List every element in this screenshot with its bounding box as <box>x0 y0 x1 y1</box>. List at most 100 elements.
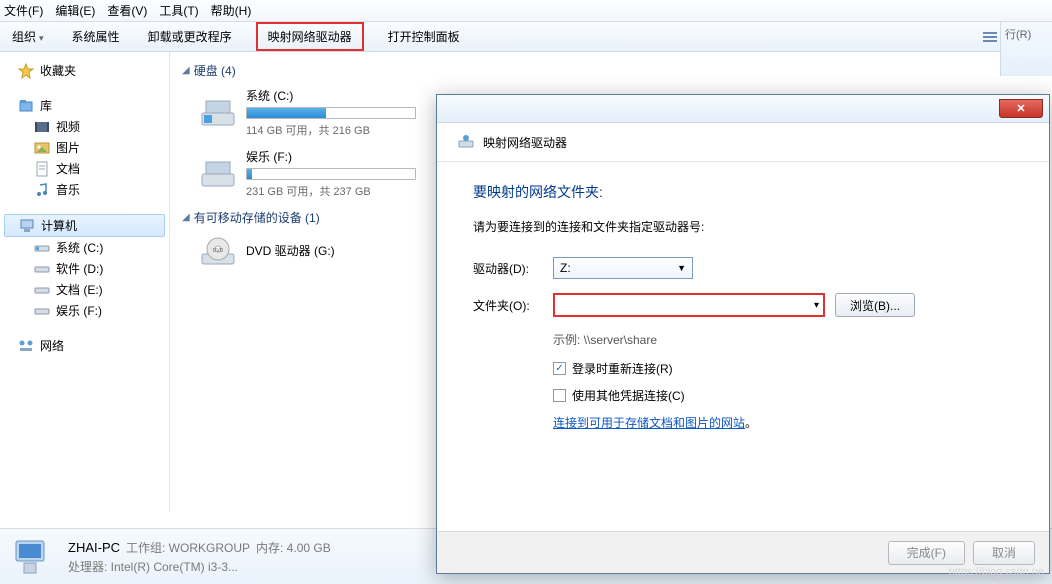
sidebar-drive-c[interactable]: 系统 (C:) <box>0 237 169 258</box>
music-icon <box>34 182 50 198</box>
removable-section-label: 有可移动存储的设备 (1) <box>194 209 320 226</box>
dialog-header-title: 映射网络驱动器 <box>483 134 567 151</box>
sidebar-pictures[interactable]: 图片 <box>0 137 169 158</box>
sidebar-favorites-label: 收藏夹 <box>40 62 76 79</box>
drive-icon <box>34 282 50 298</box>
sidebar-drive-e[interactable]: 文档 (E:) <box>0 279 169 300</box>
sidebar-drive-e-label: 文档 (E:) <box>56 281 103 298</box>
menu-help[interactable]: 帮助(H) <box>211 2 252 19</box>
pictures-icon <box>34 140 50 156</box>
reconnect-label: 登录时重新连接(R) <box>572 360 673 377</box>
sidebar-drive-d-label: 软件 (D:) <box>56 260 103 277</box>
toolbar-organize[interactable]: 组织 <box>8 26 48 47</box>
status-cpu: 处理器: Intel(R) Core(TM) i3-3... <box>68 558 331 575</box>
folder-label: 文件夹(O): <box>473 297 553 314</box>
sidebar-documents[interactable]: 文档 <box>0 158 169 179</box>
drive-letter-label: 驱动器(D): <box>473 260 553 277</box>
sidebar-computer[interactable]: 计算机 <box>4 214 165 237</box>
network-icon <box>18 338 34 354</box>
sidebar-documents-label: 文档 <box>56 160 80 177</box>
drive-letter-value: Z: <box>560 261 571 275</box>
drive-letter-select[interactable]: Z: ▼ <box>553 257 693 279</box>
sidebar-drive-f[interactable]: 娱乐 (F:) <box>0 300 169 321</box>
collapse-icon: ◢ <box>182 65 190 76</box>
folder-row: 文件夹(O): ▾ 浏览(B)... <box>473 293 1013 317</box>
checkbox-checked-icon[interactable]: ✓ <box>553 362 566 375</box>
storage-website-link-row: 连接到可用于存储文档和图片的网站。 <box>553 414 1013 431</box>
menu-view[interactable]: 查看(V) <box>107 2 147 19</box>
checkbox-unchecked-icon[interactable] <box>553 389 566 402</box>
hdd-section-header[interactable]: ◢ 硬盘 (4) <box>182 62 1040 79</box>
navigation-pane: 收藏夹 库 视频 图片 文档 音乐 <box>0 52 170 512</box>
finish-button[interactable]: 完成(F) <box>888 541 965 565</box>
close-button[interactable]: ✕ <box>999 99 1043 118</box>
example-text: 示例: \\server\share <box>553 331 1013 348</box>
star-icon <box>18 63 34 79</box>
dvd-icon: DVD <box>200 234 236 270</box>
sidebar-drive-f-label: 娱乐 (F:) <box>56 302 102 319</box>
adjacent-window-fragment: 行(R) <box>1000 22 1052 76</box>
other-credentials-checkbox-row[interactable]: 使用其他凭据连接(C) <box>553 387 1013 404</box>
map-network-drive-dialog: ✕ 映射网络驱动器 要映射的网络文件夹: 请为要连接到的连接和文件夹指定驱动器号… <box>436 94 1050 574</box>
drive-letter-row: 驱动器(D): Z: ▼ <box>473 257 1013 279</box>
menu-bar: 文件(F) 编辑(E) 查看(V) 工具(T) 帮助(H) <box>0 0 1052 22</box>
menu-tools[interactable]: 工具(T) <box>159 2 198 19</box>
hdd-icon <box>200 95 236 131</box>
sidebar-computer-label: 计算机 <box>41 217 77 234</box>
dropdown-arrow-icon: ▾ <box>814 300 819 311</box>
toolbar-open-control-panel[interactable]: 打开控制面板 <box>384 26 464 47</box>
sidebar-favorites[interactable]: 收藏夹 <box>0 60 169 81</box>
close-icon: ✕ <box>1016 102 1025 115</box>
sidebar-music[interactable]: 音乐 <box>0 179 169 200</box>
drive-f-progress <box>246 168 416 180</box>
dialog-body: 要映射的网络文件夹: 请为要连接到的连接和文件夹指定驱动器号: 驱动器(D): … <box>437 162 1049 451</box>
video-icon <box>34 119 50 135</box>
drive-icon <box>34 261 50 277</box>
status-text: ZHAI-PC 工作组: WORKGROUP 内存: 4.00 GB 处理器: In… <box>68 539 331 575</box>
toolbar-system-properties[interactable]: 系统属性 <box>68 26 124 47</box>
status-pc-name: ZHAI-PC <box>68 540 120 555</box>
sidebar-drive-c-label: 系统 (C:) <box>56 239 103 256</box>
reconnect-checkbox-row[interactable]: ✓ 登录时重新连接(R) <box>553 360 1013 377</box>
sidebar-libraries[interactable]: 库 <box>0 95 169 116</box>
dialog-description: 请为要连接到的连接和文件夹指定驱动器号: <box>473 218 1013 235</box>
menu-edit[interactable]: 编辑(E) <box>55 2 95 19</box>
sidebar-network[interactable]: 网络 <box>0 335 169 356</box>
folder-input[interactable]: ▾ <box>553 293 825 317</box>
sidebar-pictures-label: 图片 <box>56 139 80 156</box>
dropdown-arrow-icon: ▼ <box>677 263 686 273</box>
browse-button[interactable]: 浏览(B)... <box>835 293 915 317</box>
hdd-icon <box>200 156 236 192</box>
sidebar-drive-d[interactable]: 软件 (D:) <box>0 258 169 279</box>
run-label: 行(R) <box>1005 29 1031 41</box>
sidebar-music-label: 音乐 <box>56 181 80 198</box>
computer-icon <box>19 218 35 234</box>
drive-c-progress <box>246 107 416 119</box>
menu-file[interactable]: 文件(F) <box>4 2 43 19</box>
dialog-footer: 完成(F) 取消 <box>437 531 1049 573</box>
toolbar: 组织 系统属性 卸载或更改程序 映射网络驱动器 打开控制面板 ? <box>0 22 1052 52</box>
collapse-icon: ◢ <box>182 212 190 223</box>
sidebar-libraries-label: 库 <box>40 97 52 114</box>
dialog-title: 要映射的网络文件夹: <box>473 182 1013 202</box>
hdd-section-label: 硬盘 (4) <box>194 62 236 79</box>
link-period: 。 <box>745 416 757 430</box>
storage-website-link[interactable]: 连接到可用于存储文档和图片的网站 <box>553 416 745 430</box>
network-drive-icon <box>457 133 475 151</box>
toolbar-map-network-drive[interactable]: 映射网络驱动器 <box>256 22 364 51</box>
toolbar-uninstall[interactable]: 卸载或更改程序 <box>144 26 236 47</box>
sidebar-videos-label: 视频 <box>56 118 80 135</box>
status-memory: 内存: 4.00 GB <box>256 541 331 555</box>
dialog-titlebar[interactable]: ✕ <box>437 95 1049 123</box>
computer-large-icon <box>10 535 54 579</box>
sidebar-network-label: 网络 <box>40 337 64 354</box>
cancel-button[interactable]: 取消 <box>973 541 1035 565</box>
status-workgroup: 工作组: WORKGROUP <box>126 541 250 555</box>
documents-icon <box>34 161 50 177</box>
view-options-icon[interactable] <box>982 29 998 45</box>
drive-icon <box>34 303 50 319</box>
dialog-header: 映射网络驱动器 <box>437 123 1049 162</box>
svg-text:DVD: DVD <box>213 248 224 254</box>
drive-icon <box>34 240 50 256</box>
sidebar-videos[interactable]: 视频 <box>0 116 169 137</box>
